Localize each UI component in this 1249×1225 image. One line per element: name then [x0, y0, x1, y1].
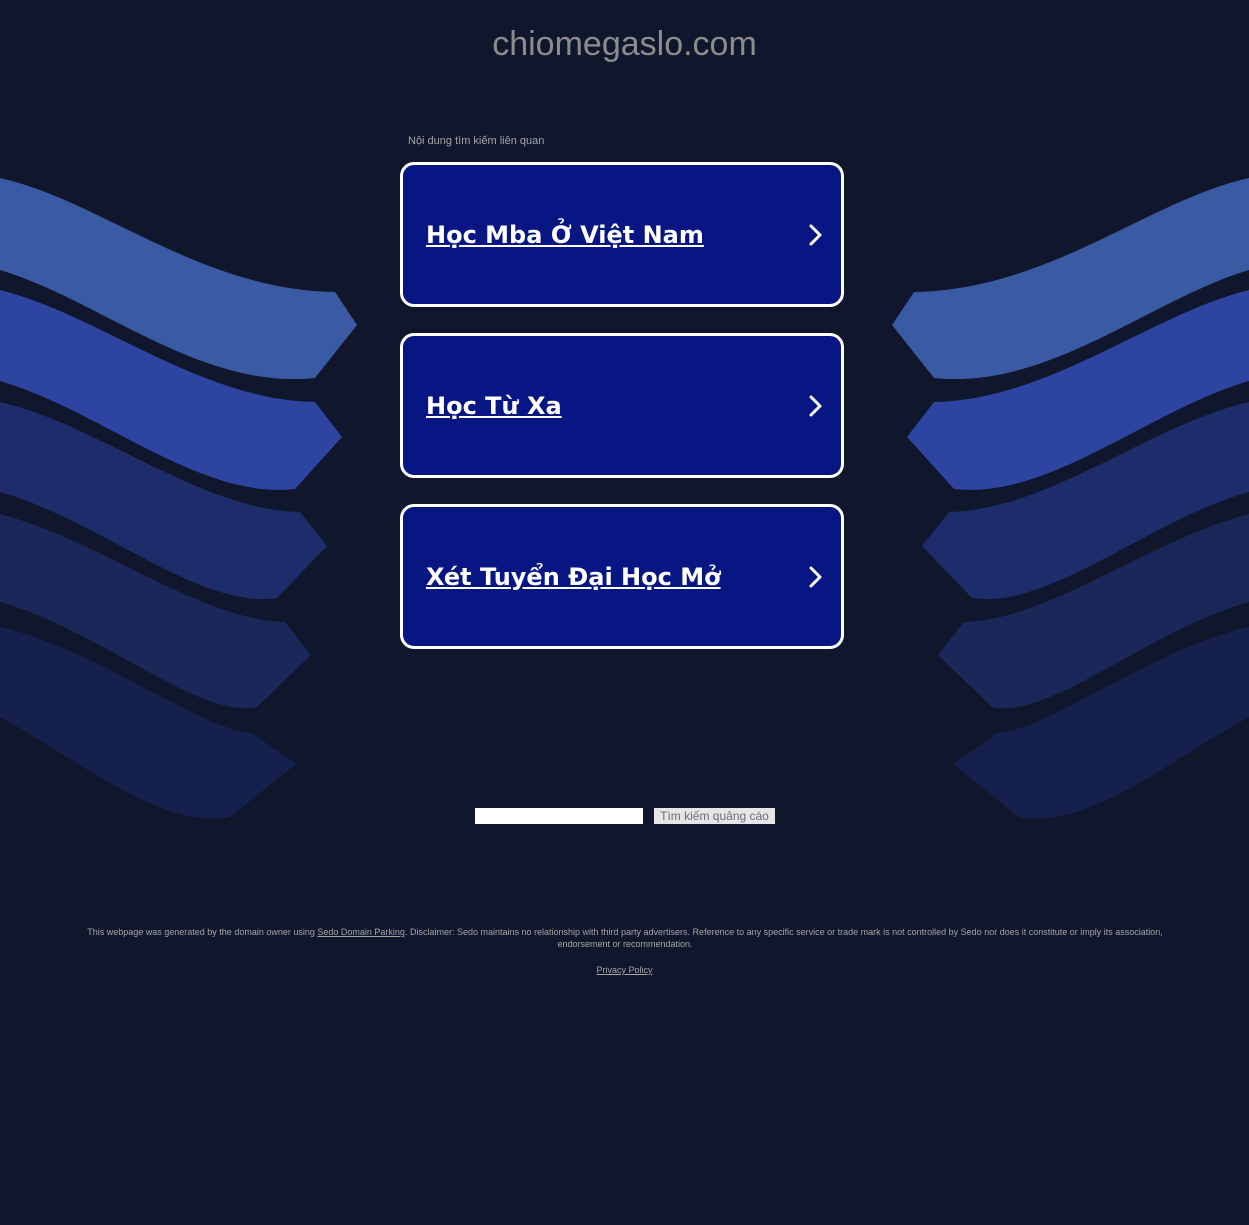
domain-title: chiomegaslo.com: [492, 25, 757, 63]
disclaimer-text: This webpage was generated by the domain…: [70, 926, 1180, 950]
search-input[interactable]: [475, 808, 643, 824]
related-searches-label: Nội dung tìm kiếm liên quan: [408, 135, 545, 147]
search-form: Tìm kiếm quảng cáo: [475, 808, 775, 824]
chevron-right-icon: [809, 395, 822, 416]
related-link-card-2[interactable]: Học Từ Xa: [400, 333, 844, 478]
parking-page: chiomegaslo.com Nội dung tìm kiếm liên q…: [0, 0, 1249, 1225]
related-link-label[interactable]: Xét Tuyển Đại Học Mở: [426, 563, 721, 591]
privacy-section: Privacy Policy: [0, 964, 1249, 976]
related-link-card-3[interactable]: Xét Tuyển Đại Học Mở: [400, 504, 844, 649]
search-ads-button[interactable]: Tìm kiếm quảng cáo: [654, 808, 775, 824]
related-link-label[interactable]: Học Từ Xa: [426, 392, 562, 420]
related-link-label[interactable]: Học Mba Ở Việt Nam: [426, 221, 704, 249]
sedo-parking-link[interactable]: Sedo Domain Parking: [317, 927, 405, 937]
chevron-right-icon: [809, 224, 822, 245]
left-wave-decoration: [0, 178, 357, 819]
right-wave-decoration: [892, 178, 1249, 819]
disclaimer-prefix: This webpage was generated by the domain…: [87, 927, 318, 937]
privacy-policy-link[interactable]: Privacy Policy: [596, 965, 652, 975]
chevron-right-icon: [809, 566, 822, 587]
related-link-card-1[interactable]: Học Mba Ở Việt Nam: [400, 162, 844, 307]
disclaimer-suffix: . Disclaimer: Sedo maintains no relation…: [404, 927, 1163, 949]
